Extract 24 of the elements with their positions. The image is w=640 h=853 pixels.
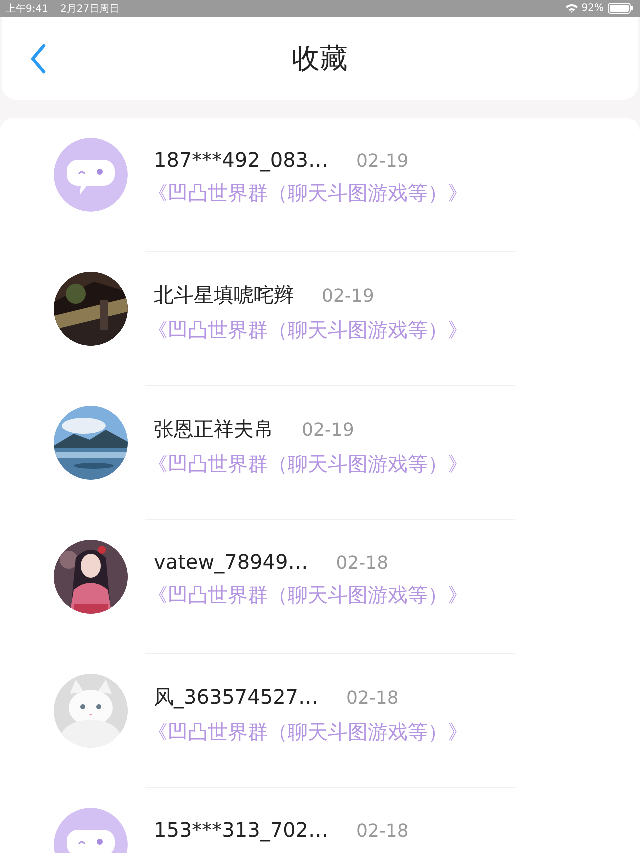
chat-bot-avatar-icon bbox=[54, 138, 128, 212]
page-title: 收藏 bbox=[291, 40, 349, 76]
group-name-link[interactable]: 《凹凸世界群（聊天斗图游戏等）》 bbox=[148, 451, 468, 478]
date-label: 02-18 bbox=[356, 821, 409, 842]
battery-percent: 92% bbox=[582, 3, 604, 14]
date-label: 02-19 bbox=[302, 420, 354, 441]
user-name: 187***492_083… bbox=[154, 148, 329, 172]
user-name: 张恩正祥夫帛 bbox=[154, 416, 274, 443]
date-label: 02-19 bbox=[356, 151, 409, 172]
group-name-link[interactable]: 《凹凸世界群（聊天斗图游戏等）》 bbox=[148, 317, 468, 344]
date-label: 02-18 bbox=[346, 688, 399, 709]
group-name-link[interactable]: 《凹凸世界群（聊天斗图游戏等）》 bbox=[148, 582, 468, 609]
user-name: 北斗星填唬咤辫 bbox=[154, 282, 294, 309]
wifi-icon bbox=[566, 4, 578, 13]
battery-icon bbox=[608, 3, 634, 14]
date-label: 02-18 bbox=[336, 553, 389, 574]
group-name-link[interactable]: 《凹凸世界群（聊天斗图游戏等）》 bbox=[148, 719, 468, 746]
user-name: 153***313_702… bbox=[154, 818, 329, 842]
user-name: 风_363574527… bbox=[154, 684, 319, 711]
status-date: 2月27日周日 bbox=[60, 2, 120, 16]
group-name-link[interactable]: 《凹凸世界群（聊天斗图游戏等）》 bbox=[148, 180, 468, 207]
status-time: 上午9:41 bbox=[6, 2, 48, 16]
date-label: 02-19 bbox=[322, 286, 374, 307]
user-name: vatew_78949… bbox=[154, 550, 308, 574]
